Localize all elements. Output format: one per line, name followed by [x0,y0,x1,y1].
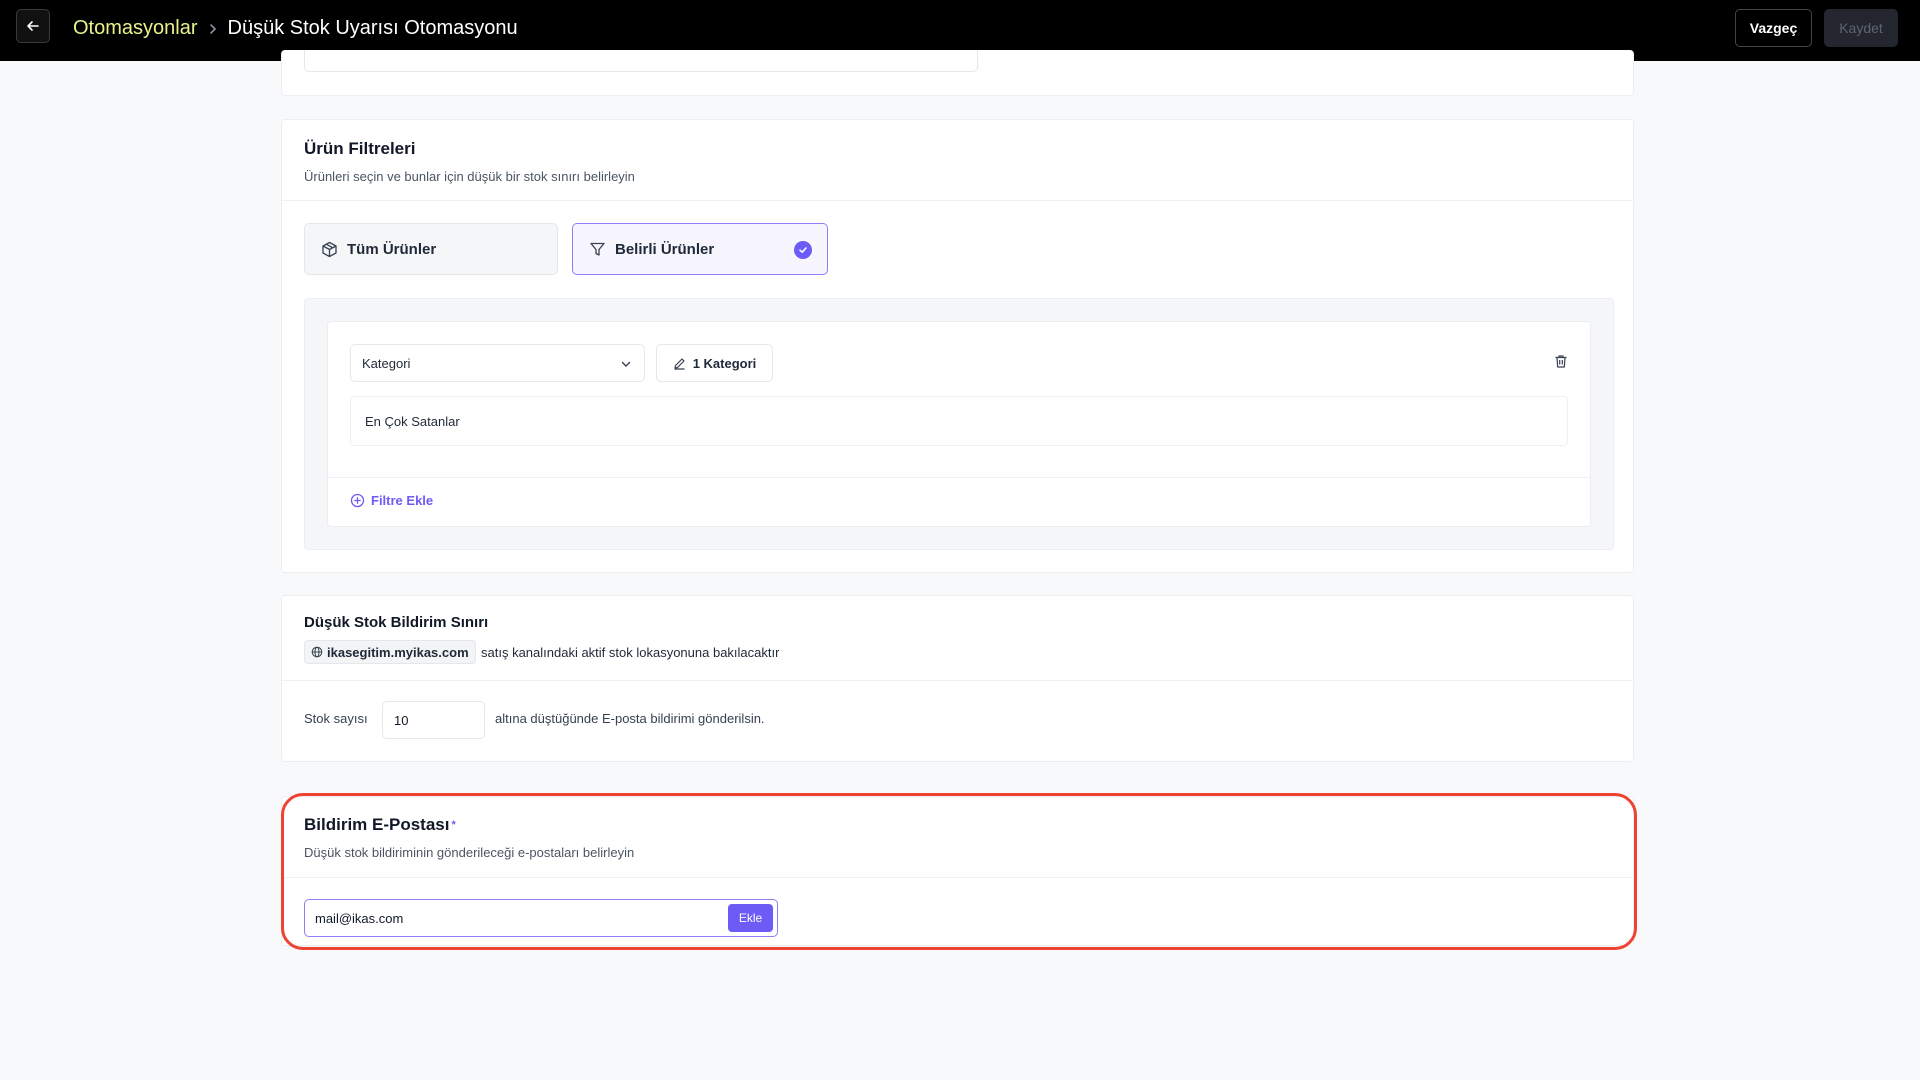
filter-type-select[interactable]: Kategori [350,344,645,382]
notification-email-subtitle: Düşük stok bildiriminin gönderileceği e-… [304,845,635,860]
stock-count-suffix: altına düştüğünde E-posta bildirimi gönd… [495,711,765,726]
box-icon [321,241,338,258]
save-button[interactable]: Kaydet [1824,9,1898,47]
add-filter-button[interactable]: Filtre Ekle [350,493,433,508]
stock-limit-card: Düşük Stok Bildirim Sınırı ikasegitim.my… [281,595,1634,762]
option-all-products[interactable]: Tüm Ürünler [304,223,558,275]
option-specific-products[interactable]: Belirli Ürünler [572,223,828,275]
plus-circle-icon [350,493,365,508]
trash-icon[interactable] [1554,354,1568,369]
required-mark: * [451,819,456,831]
arrow-left-icon [27,21,39,31]
divider [282,680,1633,681]
sales-channel-name: ikasegitim.myikas.com [327,644,469,660]
cancel-button[interactable]: Vazgeç [1735,9,1812,47]
breadcrumb-otomasyonlar[interactable]: Otomasyonlar [73,17,198,40]
globe-icon [311,646,323,658]
email-input-group: mail@ikas.com Ekle [304,899,778,937]
notification-email-card: Bildirim E-Postası * Düşük stok bildirimi… [281,796,1634,946]
breadcrumb: Otomasyonlar Düşük Stok Uyarısı Otomasyo… [73,17,518,40]
filter-icon [589,241,606,258]
product-filters-subtitle: Ürünleri seçin ve bunlar için düşük bir … [304,169,635,184]
edit-category-label: 1 Kategori [692,355,757,371]
filter-area: Kategori 1 Kategori En Çok Satanlar Filt… [304,298,1614,550]
previous-input-field[interactable] [304,50,978,72]
product-filters-title: Ürün Filtreleri [304,139,416,158]
add-filter-label: Filtre Ekle [371,493,434,508]
sales-channel-badge: ikasegitim.myikas.com [304,640,476,664]
check-circle-icon [794,241,812,259]
notification-email-title: Bildirim E-Postası * [304,815,456,835]
selected-category: En Çok Satanlar [350,396,1568,446]
edit-category-button[interactable]: 1 Kategori [656,344,773,382]
option-specific-products-label: Belirli Ürünler [615,240,715,258]
stock-count-input[interactable]: 10 [382,701,485,739]
email-input[interactable]: mail@ikas.com [305,911,777,926]
option-all-products-label: Tüm Ürünler [347,240,437,258]
divider [282,200,1633,201]
filter-type-value: Kategori [362,355,411,371]
product-filters-card: Ürün Filtreleri Ürünleri seçin ve bunlar… [281,119,1634,573]
divider [328,477,1590,478]
add-email-button[interactable]: Ekle [728,904,773,932]
notification-email-title-text: Bildirim E-Postası [304,815,450,834]
page-title: Düşük Stok Uyarısı Otomasyonu [227,17,518,39]
chevron-right-icon [208,23,218,35]
stock-limit-title: Düşük Stok Bildirim Sınırı [304,614,489,631]
filter-rule: Kategori 1 Kategori En Çok Satanlar Filt… [327,321,1591,527]
back-button[interactable] [16,9,50,43]
chevron-down-icon [620,358,632,370]
previous-section-card [281,50,1634,96]
pencil-icon [674,357,685,370]
sales-channel-description: satış kanalındaki aktif stok lokasyonuna… [481,645,780,660]
stock-count-label: Stok sayısı [304,711,368,726]
divider [282,877,1633,878]
